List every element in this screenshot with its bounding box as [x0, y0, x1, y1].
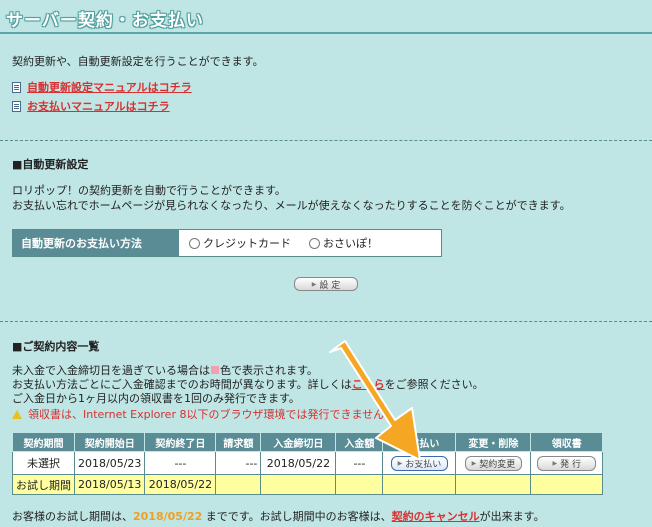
contracts-table: 契約期間 契約開始日 契約終了日 請求額 入金締切日 入金額 お支払い 変更・削…	[12, 432, 603, 495]
table-header-row: 契約期間 契約開始日 契約終了日 請求額 入金締切日 入金額 お支払い 変更・削…	[12, 432, 603, 452]
radio-osaipo-label: おさいぽ！	[323, 237, 378, 250]
radio-osaipo[interactable]: おさいぽ！	[309, 235, 378, 251]
triangle-right-icon: ▶	[397, 460, 403, 467]
header-end: 契約終了日	[144, 432, 217, 452]
cell-trial-start: 2018/05/13	[73, 474, 146, 495]
header-paid: 入金額	[335, 432, 384, 452]
page-title: サーバー契約・お支払い	[6, 11, 204, 31]
note-2-post: をご参照ください。	[384, 378, 484, 391]
change-contract-button[interactable]: ▶ 契約変更	[464, 456, 523, 471]
cell-start: 2018/05/23	[73, 451, 146, 475]
radio-credit-card[interactable]: クレジットカード	[189, 235, 291, 251]
cell-empty	[215, 474, 262, 495]
warning-row: 領収書は、Internet Explorer 8以下のブラウザ環境では発行できま…	[12, 406, 395, 422]
payment-manual-link[interactable]: お支払いマニュアルはコチラ	[27, 98, 170, 114]
settings-submit-button[interactable]: ▶ 設 定	[294, 277, 358, 291]
divider	[0, 321, 652, 322]
cell-trial-end: 2018/05/22	[144, 474, 217, 495]
document-icon	[12, 81, 21, 93]
title-bar: サーバー契約・お支払い	[0, 0, 652, 34]
header-payment: お支払い	[382, 432, 457, 452]
cell-change: ▶ 契約変更	[455, 451, 532, 475]
header-period: 契約期間	[12, 432, 75, 452]
change-contract-label: 契約変更	[479, 460, 516, 470]
cell-empty	[455, 474, 532, 495]
issue-receipt-label: 発 行	[560, 460, 581, 470]
cancel-contract-link[interactable]: 契約のキャンセル	[392, 510, 480, 523]
radio-circle-icon[interactable]	[309, 237, 320, 249]
payment-manual-link-row[interactable]: お支払いマニュアルはコチラ	[12, 98, 170, 114]
contracts-heading: ■ご契約内容一覧	[12, 340, 100, 353]
cell-empty	[382, 474, 457, 495]
cell-amount: ---	[215, 451, 262, 475]
payment-details-link[interactable]: こちら	[352, 378, 385, 391]
trial-end-date: 2018/05/22	[133, 510, 203, 523]
header-change: 変更・削除	[455, 432, 532, 452]
document-icon	[12, 100, 21, 112]
settings-submit-label: 設 定	[319, 280, 341, 291]
auto-renew-desc-1: ロリポップ！の契約更新を自動で行うことができます。	[12, 184, 286, 197]
issue-receipt-button[interactable]: ▶ 発 行	[537, 456, 596, 471]
intro-text: 契約更新や、自動更新設定を行うことができます。	[12, 55, 264, 68]
pay-button[interactable]: ▶ お支払い	[390, 456, 449, 471]
cell-receipt: ▶ 発 行	[530, 451, 603, 475]
cell-empty	[260, 474, 337, 495]
footer-post: が出来ます。	[479, 510, 545, 523]
auto-renew-desc-2: お支払い忘れでホームページが見られなくなったり、メールが使えなくなったりすること…	[12, 199, 571, 212]
divider	[0, 140, 652, 141]
header-start: 契約開始日	[73, 432, 146, 452]
triangle-right-icon: ▶	[552, 460, 558, 467]
header-amount: 請求額	[215, 432, 262, 452]
radio-circle-icon[interactable]	[189, 237, 200, 249]
auto-renew-manual-link[interactable]: 自動更新設定マニュアルはコチラ	[27, 79, 192, 95]
triangle-right-icon: ▶	[471, 460, 477, 467]
footer-mid: までです。お試し期間中のお客様は、	[202, 510, 392, 523]
warning-icon	[12, 409, 22, 419]
cell-empty	[335, 474, 384, 495]
header-receipt: 領収書	[530, 432, 603, 452]
payment-method-options: クレジットカード おさいぽ！	[179, 230, 378, 256]
payment-method-label: 自動更新のお支払い方法	[13, 230, 179, 256]
contracts-note-3: ご入金日から1ヶ月以内の領収書を1回のみ発行できます。	[12, 392, 300, 405]
payment-method-box: 自動更新のお支払い方法 クレジットカード おさいぽ！	[12, 229, 442, 257]
cell-trial-label: お試し期間	[12, 474, 75, 495]
cell-empty	[530, 474, 603, 495]
cell-end: ---	[144, 451, 217, 475]
header-deadline: 入金締切日	[260, 432, 337, 452]
auto-renew-heading: ■自動更新設定	[12, 158, 89, 171]
cell-deadline: 2018/05/22	[260, 451, 337, 475]
radio-credit-card-label: クレジットカード	[203, 237, 291, 250]
triangle-right-icon: ▶	[311, 280, 317, 288]
cell-paid: ---	[335, 451, 384, 475]
warning-text: 領収書は、Internet Explorer 8以下のブラウザ環境では発行できま…	[28, 408, 396, 421]
cell-period: 未選択	[12, 451, 75, 475]
overdue-color-swatch	[211, 366, 219, 374]
footer-pre: お客様のお試し期間は、	[12, 510, 133, 523]
cell-payment: ▶ お支払い	[382, 451, 457, 475]
auto-renew-manual-link-row[interactable]: 自動更新設定マニュアルはコチラ	[12, 79, 192, 95]
trial-footer-text: お客様のお試し期間は、2018/05/22 までです。お試し期間中のお客様は、契…	[12, 508, 545, 524]
table-row: 未選択 2018/05/23 --- --- 2018/05/22 --- ▶ お…	[12, 451, 603, 475]
table-row-trial: お試し期間 2018/05/13 2018/05/22	[12, 474, 603, 495]
pay-button-label: お支払い	[405, 460, 442, 470]
